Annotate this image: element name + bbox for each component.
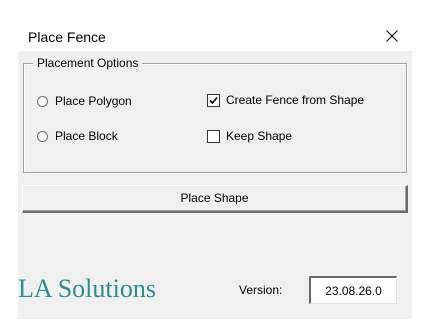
place-shape-button[interactable]: Place Shape	[22, 185, 408, 213]
create-fence-from-shape-label: Create Fence from Shape	[226, 93, 365, 107]
radio-unselected-icon	[37, 95, 48, 107]
placement-options-group: Placement Options Place Polygon Place Bl…	[23, 56, 407, 173]
close-button[interactable]	[372, 19, 412, 51]
radio-unselected-icon	[37, 130, 48, 142]
place-block-radio[interactable]: Place Block	[37, 129, 118, 143]
version-field[interactable]	[309, 276, 397, 304]
place-fence-dialog: Place Fence Placement Options Place Poly…	[18, 19, 412, 319]
close-icon	[386, 30, 398, 42]
checkbox-unchecked-icon	[207, 129, 220, 143]
keep-shape-checkbox[interactable]: Keep Shape	[207, 129, 292, 143]
checkbox-checked-icon	[207, 93, 220, 107]
placement-options-legend: Placement Options	[33, 56, 143, 70]
window-title: Place Fence	[28, 29, 106, 45]
place-block-label: Place Block	[55, 129, 118, 143]
la-solutions-logo: LA Solutions	[18, 274, 156, 303]
keep-shape-label: Keep Shape	[226, 129, 293, 143]
title-bar: Place Fence	[18, 19, 412, 51]
place-polygon-radio[interactable]: Place Polygon	[37, 94, 132, 108]
place-polygon-label: Place Polygon	[55, 94, 132, 108]
create-fence-from-shape-checkbox[interactable]: Create Fence from Shape	[207, 93, 364, 107]
version-label: Version:	[239, 283, 283, 297]
